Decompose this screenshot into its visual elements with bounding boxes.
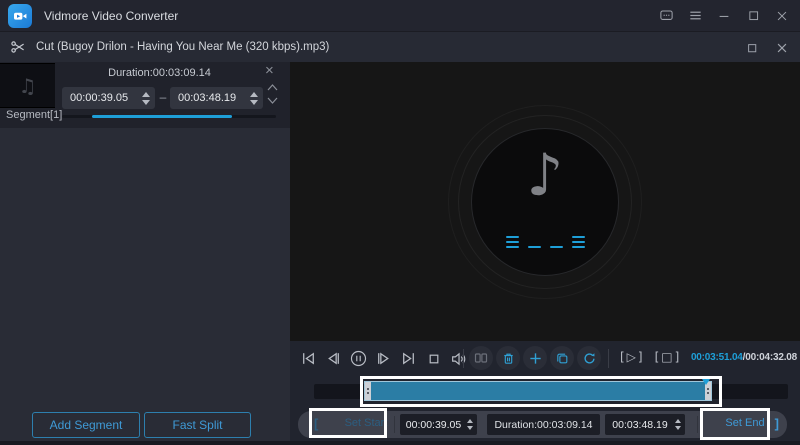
playback-controls-row: [▷] [□] 00:03:51.04/00:04:32.08 [290, 341, 800, 376]
cut-dialog-controls [744, 32, 790, 63]
step-back-icon[interactable] [325, 350, 342, 367]
reset-button[interactable] [577, 346, 601, 370]
trim-start-stepper[interactable] [467, 419, 477, 430]
titlebar-controls [658, 0, 790, 31]
titlebar: Vidmore Video Converter [0, 0, 800, 31]
step-forward-icon[interactable] [375, 350, 392, 367]
delete-segment-icon[interactable]: × [265, 64, 274, 78]
edit-controls [469, 346, 601, 370]
segment-start-time-value: 00:00:39.05 [62, 92, 142, 104]
chevron-down-icon[interactable] [266, 96, 279, 105]
trim-end-time-input[interactable]: 00:03:48.19 [605, 414, 685, 435]
pause-icon[interactable] [350, 350, 367, 367]
current-time: 00:03:51.04 [691, 352, 743, 363]
segment-thumbnail: ♫ [0, 63, 55, 108]
delete-button[interactable] [496, 346, 520, 370]
end-bracket-icon: ] [775, 416, 779, 431]
add-segment-button[interactable]: Add Segment [32, 412, 140, 438]
dialog-close-button[interactable] [774, 40, 790, 56]
timeline-row [290, 376, 800, 408]
fast-split-button[interactable]: Fast Split [144, 412, 251, 438]
segment-item[interactable]: ♫ Duration:00:03:09.14 00:00:39.05 – 00:… [0, 62, 290, 128]
annotation-box-set-end [700, 408, 770, 440]
app-window: Vidmore Video Converter [0, 0, 800, 445]
segment-range-slider[interactable] [62, 115, 276, 118]
app-title: Vidmore Video Converter [44, 9, 178, 23]
cut-dialog-header: Cut (Bugoy Drilon - Having You Near Me (… [0, 31, 800, 62]
volume-icon[interactable] [450, 350, 467, 367]
split-button[interactable] [469, 346, 493, 370]
close-button[interactable] [774, 8, 790, 24]
divider [608, 349, 609, 368]
trim-bar-row: [ Set Start 00:00:39.05 Duration:00:03:0… [290, 408, 800, 445]
trim-end-stepper[interactable] [675, 419, 685, 430]
segment-end-time-input[interactable]: 00:03:48.19 [170, 87, 263, 109]
minimize-button[interactable] [716, 8, 732, 24]
menu-icon[interactable] [687, 8, 703, 24]
divider [463, 349, 464, 368]
transport-controls [300, 350, 467, 367]
skip-to-end-icon[interactable] [400, 350, 417, 367]
segment-list-panel: ♫ Duration:00:03:09.14 00:00:39.05 – 00:… [0, 62, 290, 445]
chevron-up-icon[interactable] [266, 83, 279, 92]
divider [697, 416, 698, 433]
maximize-button[interactable] [745, 8, 761, 24]
preview-area: ♪ [290, 62, 800, 341]
segment-label: Segment[1] [6, 109, 62, 121]
total-time: 00:04:32.08 [745, 352, 797, 363]
trim-end-time-value: 00:03:48.19 [605, 419, 675, 431]
play-segment-icon[interactable]: [▷] [620, 350, 645, 364]
segment-end-time-value: 00:03:48.19 [170, 92, 250, 104]
stop-icon[interactable] [425, 350, 442, 367]
scissors-icon [10, 39, 26, 55]
annotation-box-timeline [360, 376, 722, 407]
end-time-stepper[interactable] [250, 92, 263, 105]
segment-play-controls: [▷] [□] [620, 350, 681, 364]
feedback-icon[interactable] [658, 8, 674, 24]
copy-button[interactable] [550, 346, 574, 370]
music-note-large-icon: ♪ [472, 141, 618, 209]
trim-duration-label: Duration:00:03:09.14 [487, 414, 600, 435]
vinyl-disc: ♪ [471, 128, 619, 276]
music-note-icon: ♫ [19, 74, 37, 98]
player-console: [▷] [□] 00:03:51.04/00:04:32.08 [ Set St… [290, 341, 800, 445]
add-button[interactable] [523, 346, 547, 370]
cut-dialog-title: Cut (Bugoy Drilon - Having You Near Me (… [36, 41, 329, 53]
window-bottom-edge [0, 441, 800, 445]
trim-start-time-input[interactable]: 00:00:39.05 [400, 414, 477, 435]
divider [394, 416, 395, 433]
trim-start-time-value: 00:00:39.05 [400, 419, 467, 431]
stop-segment-icon[interactable]: [□] [655, 350, 682, 364]
dialog-maximize-button[interactable] [744, 40, 760, 56]
start-time-stepper[interactable] [142, 92, 155, 105]
segment-duration-label: Duration:00:03:09.14 [57, 67, 262, 79]
skip-to-start-icon[interactable] [300, 350, 317, 367]
annotation-box-set-start [309, 408, 387, 438]
segment-start-time-input[interactable]: 00:00:39.05 [62, 87, 155, 109]
app-logo-icon [8, 4, 32, 28]
segment-range-fill [92, 115, 232, 118]
time-range-separator: – [157, 90, 169, 104]
playback-time: 00:03:51.04/00:04:32.08 [691, 352, 797, 363]
equalizer-icon [472, 236, 618, 248]
